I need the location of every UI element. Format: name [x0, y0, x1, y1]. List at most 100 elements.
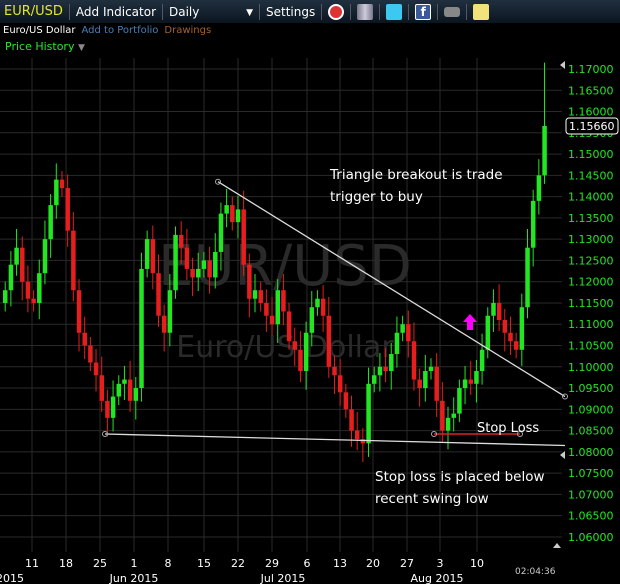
candle	[286, 311, 292, 342]
y-tick-label: 1.10500	[568, 340, 614, 353]
candle	[105, 400, 110, 418]
stop-loss-label: Stop Loss	[477, 421, 539, 436]
y-tick-label: 1.14000	[568, 191, 614, 204]
candle	[536, 175, 542, 201]
x-tick-label: 3	[437, 557, 444, 570]
candle	[241, 209, 246, 265]
candle	[445, 417, 451, 431]
watermark-symbol: EUR/USD	[158, 234, 412, 299]
candle	[309, 307, 315, 333]
y-tick-label: 1.17000	[568, 63, 614, 76]
x-month-label: 2015	[0, 572, 24, 584]
candle	[451, 413, 456, 418]
candle	[65, 188, 70, 231]
candle	[31, 298, 36, 303]
candle	[519, 307, 525, 350]
y-tick-label: 1.07000	[568, 488, 614, 501]
annotation-line: Stop loss is placed below	[375, 469, 545, 485]
candle	[71, 230, 76, 291]
candle	[42, 239, 48, 274]
breakout-annotation: Triangle breakout is trade trigger to buy	[330, 164, 503, 208]
candle	[298, 349, 303, 372]
candle	[360, 439, 366, 444]
candle	[320, 298, 326, 316]
candle	[491, 302, 496, 316]
y-tick-label: 1.13000	[568, 233, 614, 246]
candle	[264, 302, 269, 316]
y-tick-label: 1.08500	[568, 425, 614, 438]
annotation-line: recent swing low	[375, 491, 489, 507]
candle	[156, 273, 161, 316]
candle	[8, 264, 14, 291]
candle	[332, 366, 337, 376]
annotation-line: Triangle breakout is trade	[330, 167, 503, 183]
candle	[161, 315, 167, 333]
candle	[275, 290, 280, 325]
candle	[88, 345, 93, 363]
candle	[37, 273, 42, 303]
candle	[530, 200, 536, 248]
candle	[184, 247, 190, 269]
x-tick-label: 11	[25, 557, 39, 570]
candle	[207, 260, 212, 278]
candle	[144, 239, 150, 269]
candle	[354, 430, 360, 440]
candle	[411, 341, 417, 380]
candle	[343, 392, 349, 410]
candle	[428, 366, 434, 372]
candle	[139, 268, 144, 389]
candle	[252, 290, 258, 299]
candle	[173, 234, 178, 291]
candle	[110, 396, 116, 418]
candle	[20, 247, 25, 282]
candle	[468, 379, 474, 384]
candle	[394, 332, 400, 355]
candle	[479, 349, 485, 372]
y-tick-label: 1.16500	[568, 84, 614, 97]
y-tick-label: 1.16000	[568, 106, 614, 119]
y-tick-label: 1.09000	[568, 403, 614, 416]
candle	[525, 247, 530, 308]
candle	[281, 290, 286, 312]
candle	[235, 209, 241, 223]
x-tick-label: 10	[470, 557, 484, 570]
clock: 02:04:36	[515, 567, 556, 577]
candle	[213, 251, 218, 278]
candle	[230, 205, 235, 223]
candle	[76, 290, 82, 333]
candle	[258, 290, 263, 303]
candle	[292, 341, 298, 350]
candle	[127, 379, 133, 401]
candle	[485, 315, 491, 350]
candle	[383, 366, 388, 372]
candle	[496, 302, 502, 320]
candle	[542, 126, 547, 176]
candle	[116, 383, 122, 397]
y-tick-label: 1.14500	[568, 169, 614, 182]
y-tick-label: 1.06500	[568, 510, 614, 523]
candle	[196, 268, 201, 278]
candle	[150, 239, 156, 274]
candle	[303, 332, 309, 372]
y-tick-label: 1.13500	[568, 212, 614, 225]
candle	[315, 298, 320, 308]
candle	[434, 366, 439, 401]
candle	[417, 379, 422, 389]
x-month-label: Jul 2015	[260, 572, 306, 584]
candle	[366, 383, 371, 444]
x-tick-label: 1	[131, 557, 138, 570]
x-tick-label: 18	[59, 557, 73, 570]
candle	[224, 205, 229, 214]
x-tick-label: 22	[231, 557, 245, 570]
candle	[133, 388, 139, 401]
candle	[247, 264, 252, 299]
stop-loss-annotation: Stop loss is placed below recent swing lo…	[375, 466, 545, 510]
candle	[337, 375, 343, 393]
candle	[372, 375, 377, 384]
candle	[54, 179, 59, 206]
x-month-label: Aug 2015	[411, 572, 464, 584]
candle	[93, 362, 99, 376]
candle	[400, 324, 405, 333]
y-tick-label: 1.15000	[568, 148, 614, 161]
x-tick-label: 15	[197, 557, 211, 570]
